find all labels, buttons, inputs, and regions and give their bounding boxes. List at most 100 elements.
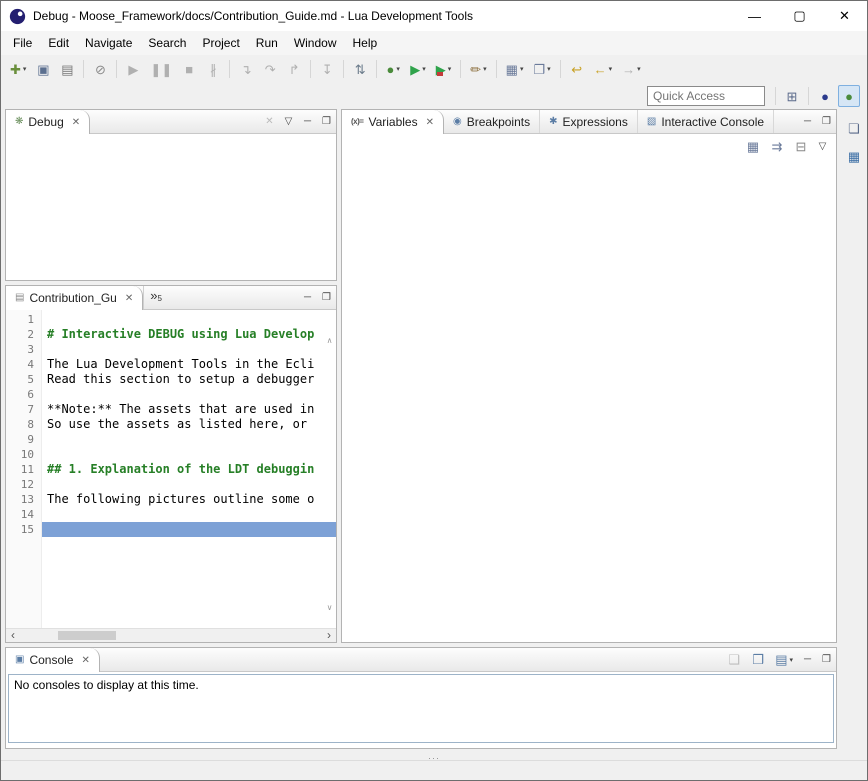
menu-navigate[interactable]: Navigate xyxy=(77,32,140,54)
minimized-view-grid-icon[interactable]: ▦ xyxy=(843,145,865,167)
gutter-line-12[interactable]: 12 xyxy=(6,477,41,492)
code-line-11[interactable]: ## 1. Explanation of the LDT debuggin xyxy=(42,462,336,477)
scroll-down-icon[interactable]: ∨ xyxy=(327,603,333,612)
code-line-4[interactable]: The Lua Development Tools in the Ecli xyxy=(42,357,336,372)
new-lua-project-icon[interactable]: ▦▾ xyxy=(502,58,528,80)
menu-help[interactable]: Help xyxy=(345,32,386,54)
run-icon[interactable]: ▶▾ xyxy=(406,58,430,80)
save-icon[interactable]: ▣ xyxy=(32,58,54,80)
menu-edit[interactable]: Edit xyxy=(40,32,77,54)
collapse-all-icon[interactable]: ⊟ xyxy=(790,135,812,157)
maximize-window-button[interactable]: ▢ xyxy=(777,1,822,31)
drop-to-frame-icon[interactable]: ↧ xyxy=(316,58,338,80)
gutter-line-8[interactable]: 8 xyxy=(6,417,41,432)
variables-content[interactable] xyxy=(342,158,836,642)
gutter-line-4[interactable]: 4 xyxy=(6,357,41,372)
code-line-13[interactable]: The following pictures outline some o xyxy=(42,492,336,507)
gutter-line-5[interactable]: 5 xyxy=(6,372,41,387)
debug-view-content[interactable] xyxy=(6,134,336,280)
tab-breakpoints[interactable]: ◉Breakpoints xyxy=(444,110,540,133)
external-tools-icon[interactable]: ▶▾ xyxy=(432,58,456,80)
use-step-filters-icon[interactable]: ⇅ xyxy=(349,58,371,80)
remove-all-terminated-icon[interactable]: ✕ xyxy=(260,110,279,133)
tab-interactive-console[interactable]: ▧Interactive Console xyxy=(638,110,774,133)
new-lua-file-icon[interactable]: ❐▾ xyxy=(529,58,554,80)
forward-icon[interactable]: →▾ xyxy=(618,58,645,80)
editor-horizontal-scrollbar[interactable]: ‹ › xyxy=(6,628,336,642)
open-console-icon[interactable]: ▤▾ xyxy=(771,649,797,671)
minimize-view-icon[interactable]: ─ xyxy=(798,110,817,133)
debug-perspective-icon[interactable]: ● xyxy=(838,85,860,107)
gutter-line-14[interactable]: 14 xyxy=(6,507,41,522)
show-type-names-icon[interactable]: ▦ xyxy=(742,135,764,157)
tab-variables[interactable]: (x)=Variables✕ xyxy=(342,110,444,134)
maximize-view-icon[interactable]: ❐ xyxy=(317,286,336,309)
code-line-1[interactable] xyxy=(42,312,336,327)
print-icon[interactable]: ▤ xyxy=(56,58,78,80)
gutter-line-13[interactable]: 13 xyxy=(6,492,41,507)
gutter-line-9[interactable]: 9 xyxy=(6,432,41,447)
gutter-line-1[interactable]: 1 xyxy=(6,312,41,327)
editor-code-lines[interactable]: # Interactive DEBUG using Lua Develop The… xyxy=(42,310,336,628)
minimize-view-icon[interactable]: ─ xyxy=(298,286,317,309)
gutter-line-7[interactable]: 7 xyxy=(6,402,41,417)
close-tab-icon[interactable]: ✕ xyxy=(125,293,133,304)
menu-window[interactable]: Window xyxy=(286,32,345,54)
back-icon[interactable]: ←▾ xyxy=(590,58,617,80)
gutter-line-15[interactable]: 15 xyxy=(6,522,41,537)
minimize-view-icon[interactable]: ─ xyxy=(798,648,817,671)
skip-all-breakpoints-icon[interactable]: ⊘ xyxy=(89,58,111,80)
tab-console[interactable]: ▣ Console ✕ xyxy=(6,648,100,672)
gutter-line-6[interactable]: 6 xyxy=(6,387,41,402)
suspend-icon[interactable]: ❚❚ xyxy=(146,58,176,80)
code-line-15[interactable] xyxy=(42,522,336,537)
maximize-view-icon[interactable]: ❐ xyxy=(817,110,836,133)
scroll-up-icon[interactable]: ∧ xyxy=(327,336,333,345)
code-line-6[interactable] xyxy=(42,387,336,402)
code-line-8[interactable]: So use the assets as listed here, or xyxy=(42,417,336,432)
open-perspective-icon[interactable]: ⊞ xyxy=(781,85,803,107)
gutter-line-10[interactable]: 10 xyxy=(6,447,41,462)
menu-run[interactable]: Run xyxy=(248,32,286,54)
scroll-left-icon[interactable]: ‹ xyxy=(6,629,20,642)
debug-icon[interactable]: ●▾ xyxy=(382,58,404,80)
menu-search[interactable]: Search xyxy=(140,32,194,54)
menu-file[interactable]: File xyxy=(5,32,40,54)
lua-search-icon[interactable]: ✏▾ xyxy=(466,58,490,80)
close-tab-icon[interactable]: ✕ xyxy=(426,117,434,128)
editor-vertical-scrollbar[interactable]: ∧ ∨ xyxy=(323,334,336,614)
close-tab-icon[interactable]: ✕ xyxy=(81,655,89,666)
gutter-line-2[interactable]: 2 xyxy=(6,327,41,342)
minimized-view-icon[interactable]: ❏ xyxy=(843,117,865,139)
menu-project[interactable]: Project xyxy=(194,32,247,54)
disconnect-icon[interactable]: ∦ xyxy=(202,58,224,80)
gutter-line-3[interactable]: 3 xyxy=(6,342,41,357)
close-tab-icon[interactable]: ✕ xyxy=(72,117,80,128)
tab-contribution-guide[interactable]: ▤ Contribution_Gu ✕ xyxy=(6,286,143,310)
step-into-icon[interactable]: ↴ xyxy=(235,58,257,80)
quick-access-input[interactable] xyxy=(647,86,765,106)
code-line-14[interactable] xyxy=(42,507,336,522)
code-line-7[interactable]: **Note:** The assets that are used in xyxy=(42,402,336,417)
minimize-view-icon[interactable]: ─ xyxy=(298,110,317,133)
lua-perspective-icon[interactable]: ● xyxy=(814,85,836,107)
maximize-view-icon[interactable]: ❐ xyxy=(317,110,336,133)
last-edit-location-icon[interactable]: ↩ xyxy=(566,58,588,80)
code-line-2[interactable]: # Interactive DEBUG using Lua Develop xyxy=(42,327,336,342)
new-wizard-icon[interactable]: ✚▾ xyxy=(6,58,30,80)
console-text-area[interactable]: No consoles to display at this time. xyxy=(8,674,834,743)
sash-grip-handle[interactable]: ··· xyxy=(428,753,440,763)
display-selected-console-icon[interactable]: ❑ xyxy=(723,649,745,671)
code-line-5[interactable]: Read this section to setup a debugger xyxy=(42,372,336,387)
show-logical-structure-icon[interactable]: ⇉ xyxy=(766,135,788,157)
step-return-icon[interactable]: ↱ xyxy=(283,58,305,80)
resume-icon[interactable]: ▶ xyxy=(122,58,144,80)
code-line-10[interactable] xyxy=(42,447,336,462)
close-window-button[interactable]: ✕ xyxy=(822,1,867,31)
code-line-9[interactable] xyxy=(42,432,336,447)
tab-expressions[interactable]: ✱Expressions xyxy=(540,110,638,133)
scrollbar-thumb[interactable] xyxy=(58,631,116,640)
scroll-right-icon[interactable]: › xyxy=(322,629,336,642)
display-console-icon[interactable]: ❒ xyxy=(747,649,769,671)
step-over-icon[interactable]: ↷ xyxy=(259,58,281,80)
